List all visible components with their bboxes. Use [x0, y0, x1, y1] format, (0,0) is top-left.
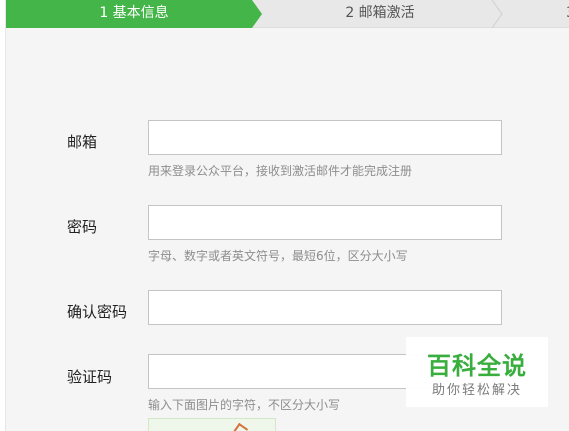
- step-progress-bar: 1 基本信息 2 邮箱激活 3: [6, 0, 569, 28]
- step-email-activation: 2 邮箱激活: [345, 5, 415, 21]
- confirm-password-label: 确认密码: [67, 303, 128, 321]
- step-separator-icon: [491, 0, 503, 28]
- password-hint: 字母、数字或者英文符号，最短6位，区分大小写: [148, 249, 408, 263]
- email-label: 邮箱: [67, 133, 98, 151]
- watermark-title: 百科全说: [427, 352, 527, 380]
- email-hint: 用来登录公众平台，接收到激活邮件才能完成注册: [148, 164, 413, 178]
- watermark-subtitle: 助你轻松解决: [431, 383, 522, 398]
- watermark-logo: 百科全说 助你轻松解决: [406, 337, 548, 407]
- captcha-hint: 输入下面图片的字符，不区分大小写: [148, 398, 341, 412]
- captcha-image[interactable]: [148, 418, 276, 431]
- password-label: 密码: [67, 218, 98, 236]
- confirm-password-input[interactable]: [148, 290, 502, 325]
- password-input[interactable]: [148, 205, 502, 240]
- registration-page: 1 基本信息 2 邮箱激活 3 邮箱 用来登录公众平台，接收到激活邮件才能完成注…: [5, 0, 569, 431]
- step-basic-info: 1 基本信息: [6, 0, 262, 28]
- captcha-label: 验证码: [67, 368, 113, 386]
- email-input[interactable]: [148, 120, 502, 155]
- captcha-glyph: [232, 422, 249, 431]
